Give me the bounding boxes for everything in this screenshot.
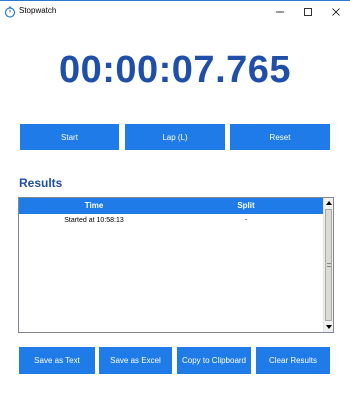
- start-button[interactable]: Start: [20, 124, 119, 150]
- maximize-button[interactable]: [294, 1, 322, 23]
- clear-results-button[interactable]: Clear Results: [256, 347, 330, 374]
- save-as-text-button[interactable]: Save as Text: [19, 347, 95, 374]
- maximize-icon: [304, 8, 312, 16]
- results-heading: Results: [19, 176, 63, 190]
- column-header-split[interactable]: Split: [169, 201, 323, 210]
- lap-button[interactable]: Lap (L): [125, 124, 225, 150]
- scroll-down-button[interactable]: [324, 322, 333, 332]
- scrollbar-thumb[interactable]: [325, 209, 332, 321]
- scroll-up-button[interactable]: [324, 198, 333, 208]
- minimize-button[interactable]: [266, 1, 294, 23]
- column-header-time[interactable]: Time: [19, 201, 169, 210]
- chevron-down-icon: [325, 325, 332, 329]
- chevron-up-icon: [325, 201, 332, 205]
- elapsed-time-display: 00:00:07.765: [58, 49, 292, 91]
- minimize-icon: [276, 11, 284, 13]
- stopwatch-window: Stopwatch 00:00:07.765 Start Lap (L) Res…: [0, 0, 350, 401]
- title-bar[interactable]: Stopwatch: [0, 1, 350, 23]
- stopwatch-icon: [4, 5, 16, 18]
- results-list[interactable]: Time Split Started at 10:58:13 -: [18, 197, 334, 333]
- results-list-header: Time Split: [19, 198, 323, 214]
- row-split-cell: -: [244, 217, 248, 224]
- reset-button[interactable]: Reset: [230, 124, 330, 150]
- save-as-excel-button[interactable]: Save as Excel: [99, 347, 172, 374]
- vertical-scrollbar[interactable]: [323, 198, 333, 332]
- close-button[interactable]: [322, 1, 350, 23]
- thumb-grip: [327, 263, 331, 267]
- list-item[interactable]: Started at 10:58:13 -: [19, 216, 323, 228]
- row-time-cell: Started at 10:58:13: [64, 217, 124, 224]
- close-icon: [332, 8, 340, 16]
- window-title: Stopwatch: [19, 6, 57, 15]
- copy-to-clipboard-button[interactable]: Copy to Clipboard: [177, 347, 251, 374]
